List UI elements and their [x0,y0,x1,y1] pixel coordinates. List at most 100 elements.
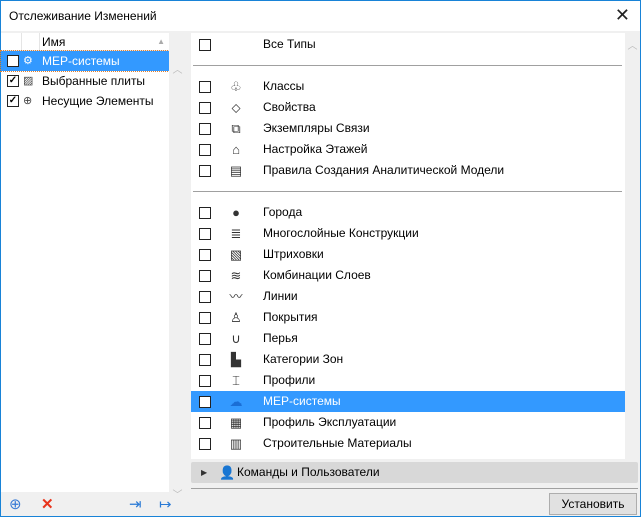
list-item-label: Несущие Элементы [42,94,154,108]
checkbox[interactable] [199,354,211,366]
checkbox[interactable]: ✓ [7,55,19,67]
list-header: Имя ▲ [1,33,169,51]
types-list: Все Типы ♧ Классы ⬦ Свойства ⧉ Экземпляры Свя… [191,33,625,459]
checkbox[interactable]: ✓ [7,75,19,87]
list-item[interactable]: ▥ Строительные Материалы [191,433,625,454]
window-title: Отслеживание Изменений [9,9,157,23]
checkbox[interactable] [199,228,211,240]
list-item-label: Экземпляры Связи [263,121,370,135]
close-icon[interactable]: ✕ [615,5,630,26]
commands-users-section[interactable]: ▶ 👤 Команды и Пользователи [191,462,638,483]
list-item-label: Настройка Этажей [263,142,368,156]
add-tracker-icon[interactable]: ⊕ [9,495,22,513]
list-item[interactable]: ≋ Комбинации Слоев [191,265,625,286]
list-item-label: Классы [263,79,305,93]
checkbox[interactable] [199,291,211,303]
checkbox[interactable] [199,123,211,135]
properties-icon: ⬦ [231,100,241,115]
profile-icon: ⌶ [232,373,240,388]
composite-icon: ≣ [230,226,242,241]
list-item[interactable]: ⌂ Настройка Этажей [191,139,625,160]
slab-icon: ▨ [23,75,34,87]
list-item[interactable]: 〰 Линии [191,286,625,307]
checkbox[interactable] [199,207,211,219]
list-item[interactable]: ⧉ Экземпляры Связи [191,118,625,139]
grid-icon: ▦ [229,415,243,430]
dialog-window: Отслеживание Изменений ✕ Имя ▲ ✓ ⚙ МЕР-с… [0,0,641,517]
checkbox[interactable] [199,165,211,177]
checkbox[interactable] [199,333,211,345]
list-item-label: Профили [263,373,316,387]
mep-icon: ⚙ [23,55,33,67]
layers-icon: ≋ [230,268,242,283]
list-item-all-types[interactable]: Все Типы [191,34,625,55]
stories-icon: ⌂ [232,142,240,157]
list-item-label: Категории Зон [263,352,344,366]
checkbox[interactable] [199,102,211,114]
list-item-label: Города [263,205,303,219]
list-item-label: МЕР-системы [263,394,341,408]
list-item-label: Штриховки [263,247,324,261]
checkbox[interactable]: ✓ [7,95,19,107]
list-item[interactable]: ✓ ☁ МЕР-системы [191,391,625,412]
list-item[interactable]: ∪ Перья [191,328,625,349]
divider [193,191,622,192]
set-button[interactable]: Установить [549,493,637,515]
structural-icon: ⊕ [23,95,33,107]
surface-icon: ♙ [230,310,242,325]
list-item[interactable]: ▦ Профиль Эксплуатации [191,412,625,433]
list-item[interactable]: ✓ ⚙ МЕР-системы [0,50,170,72]
mep-icon: ☁ [229,394,243,409]
fill-icon: ▧ [229,247,243,262]
left-toolbar: ⊕ ✕ ⇥ ↦ [1,493,187,517]
checkbox[interactable] [199,375,211,387]
column-header-name[interactable]: Имя [42,35,65,49]
list-item-label: Строительные Материалы [263,436,412,450]
list-item-label: МЕР-системы [42,54,120,68]
checkbox[interactable] [199,438,211,450]
list-item[interactable]: ✓ ⊕ Несущие Элементы [1,91,169,111]
title-bar: Отслеживание Изменений ✕ [1,1,640,31]
user-icon: 👤 [219,465,236,480]
section-label: Команды и Пользователи [237,465,380,479]
checkbox[interactable]: ✓ [199,396,211,408]
list-item-label: Профиль Эксплуатации [263,415,397,429]
checkbox[interactable] [199,249,211,261]
list-item-label: Свойства [263,100,316,114]
list-item[interactable]: ♙ Покрытия [191,307,625,328]
lines-icon: 〰 [229,289,243,304]
list-item[interactable]: ▧ Штриховки [191,244,625,265]
pen-icon: ∪ [231,331,241,346]
list-item[interactable]: ⌶ Профили [191,370,625,391]
globe-icon: ● [232,205,240,220]
list-item-label: Все Типы [263,37,316,51]
list-item[interactable]: ≣ Многослойные Конструкции [191,223,625,244]
hotlink-icon: ⧉ [231,121,241,136]
classes-icon: ♧ [230,79,242,94]
list-item-label: Выбранные плиты [42,74,146,88]
list-item[interactable]: ● Города [191,202,625,223]
list-item-label: Покрытия [263,310,318,324]
list-item[interactable]: ⬦ Свойства [191,97,625,118]
expand-triangle-icon[interactable]: ▶ [201,462,207,483]
left-scrollbar[interactable]: ︿ ﹀ [169,33,186,501]
tracker-list: Имя ▲ ✓ ⚙ МЕР-системы ✓ ▨ Выбранные плит… [0,33,170,492]
list-item-label: Линии [263,289,298,303]
checkbox[interactable] [199,144,211,156]
list-item[interactable]: ▤ Правила Создания Аналитической Модели [191,160,625,181]
export-icon[interactable]: ↦ [159,495,172,513]
list-item[interactable]: ▙ Категории Зон [191,349,625,370]
list-item[interactable]: ✓ ▨ Выбранные плиты [1,71,169,91]
checkbox[interactable] [199,312,211,324]
checkbox[interactable] [199,81,211,93]
sort-up-icon[interactable]: ▲ [157,37,165,46]
checkbox[interactable] [199,270,211,282]
delete-icon[interactable]: ✕ [41,495,54,513]
zone-icon: ▙ [231,352,241,367]
divider [193,65,622,66]
import-icon[interactable]: ⇥ [129,495,142,513]
list-item[interactable]: ♧ Классы [191,76,625,97]
checkbox[interactable] [199,39,211,51]
checkbox[interactable] [199,417,211,429]
right-scrollbar[interactable]: ︿ [625,33,640,459]
